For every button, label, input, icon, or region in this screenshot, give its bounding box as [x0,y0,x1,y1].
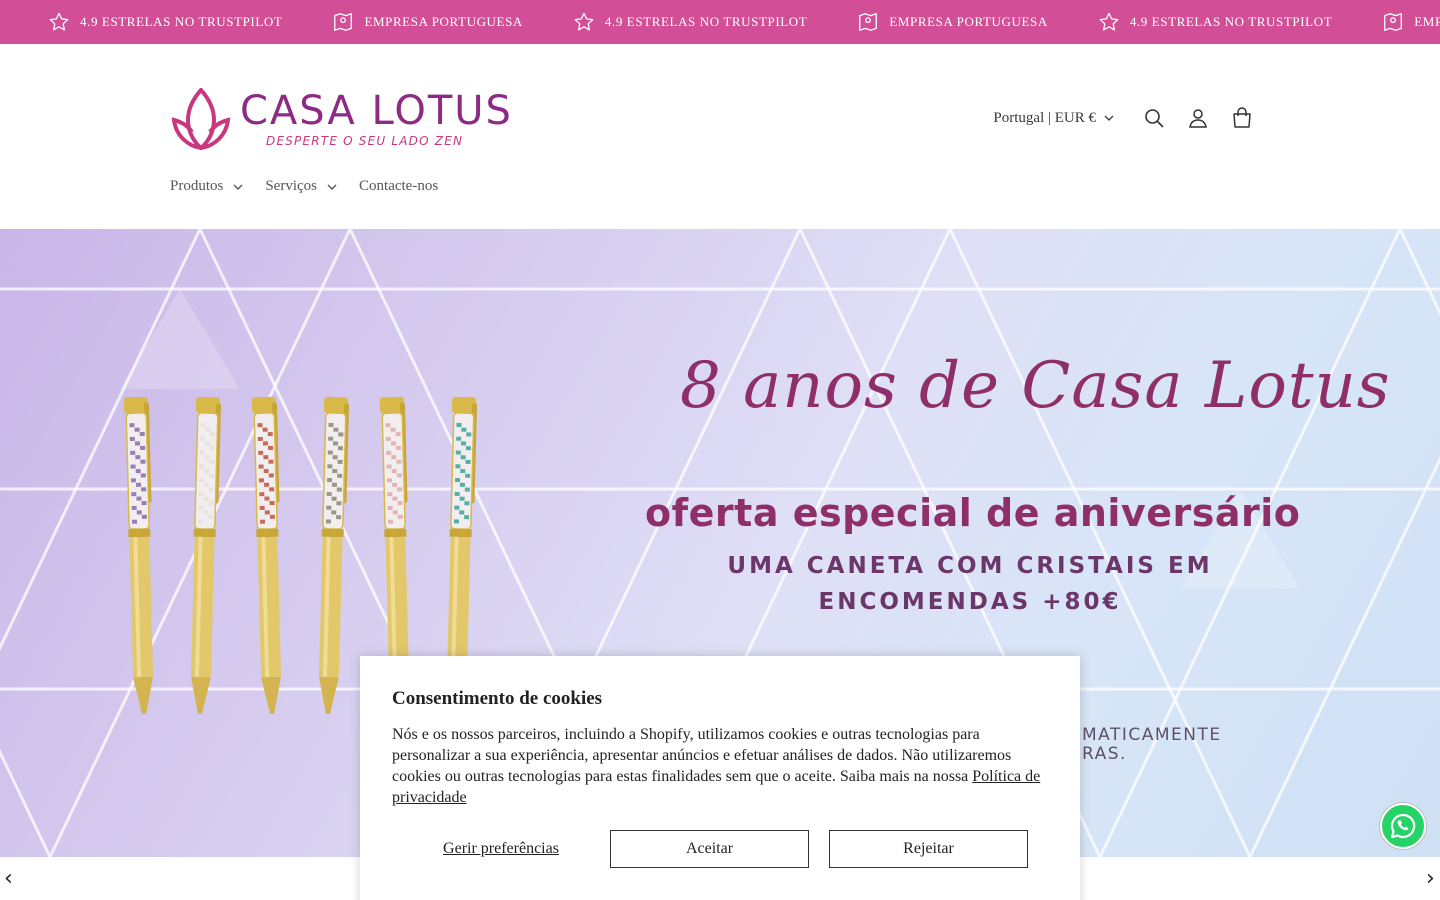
whatsapp-button[interactable] [1380,803,1426,849]
cart-icon [1233,107,1251,128]
logo-title: CASA LOTUS [240,88,513,134]
manage-preferences-button[interactable]: Gerir preferências [392,840,610,858]
announcement-text: 4.9 ESTRELAS NO TRUSTPILOT [604,14,808,29]
hero-offer-line: ENCOMENDAS +80€ [818,589,1122,615]
announcement-item: 4.9 ESTRELAS NO TRUSTPILOT [1098,11,1332,33]
chevron-down-icon [1104,115,1114,121]
main-nav: Produtos Serviços Contacte-nos [170,178,460,195]
star-icon [49,12,69,31]
search-button[interactable] [1132,96,1176,140]
nav-item-label: Produtos [170,178,224,194]
crystal-pen [318,396,350,714]
account-icon [1189,109,1207,128]
announcement-text: EMPRESA PORTUGUESA [889,14,1048,29]
crystal-pen [123,396,154,714]
search-icon [1145,109,1164,128]
nav-item-servicos[interactable]: Serviços [265,178,337,195]
crystal-pen [190,396,222,714]
announcement-track: 4.9 ESTRELAS NO TRUSTPILOT EMPRESA PORTU… [48,0,1440,44]
nav-item-produtos[interactable]: Produtos [170,178,243,195]
reject-button[interactable]: Rejeitar [829,830,1028,868]
chevron-down-icon [327,184,337,190]
site-header: CASA LOTUS DESPERTE O SEU LADO ZEN Portu… [0,44,1440,229]
nav-item-contacte-nos[interactable]: Contacte-nos [359,178,438,195]
hero-title: 8 anos de Casa Lotus [680,349,1391,423]
crystal-pen [251,396,282,714]
hero-note-line: RAS. [1082,744,1127,764]
cookie-text: Nós e os nossos parceiros, incluindo a S… [392,724,1052,808]
announcement-item: 4.9 ESTRELAS NO TRUSTPILOT [573,11,807,33]
star-icon [1099,12,1119,31]
site-logo[interactable]: CASA LOTUS DESPERTE O SEU LADO ZEN [170,88,511,150]
cookie-consent-dialog: Consentimento de cookies Nós e os nossos… [360,656,1080,900]
header-actions: Portugal | EUR € [993,100,1264,136]
announcement-item: EMPRESA PORTUGUESA [1382,11,1440,33]
locale-label: Portugal | EUR € [993,109,1096,126]
hero-subtitle: oferta especial de aniversário [645,491,1301,535]
announcement-bar: 4.9 ESTRELAS NO TRUSTPILOT EMPRESA PORTU… [0,0,1440,44]
slider-prev-button[interactable]: ‹ [4,868,13,890]
star-icon [574,12,594,31]
map-pin-icon [334,13,353,31]
accept-button[interactable]: Aceitar [610,830,809,868]
announcement-text: 4.9 ESTRELAS NO TRUSTPILOT [80,14,283,29]
cookie-body: Nós e os nossos parceiros, incluindo a S… [392,726,1012,785]
announcement-item: EMPRESA PORTUGUESA [857,11,1047,33]
cart-button[interactable] [1220,96,1264,140]
announcement-text: 4.9 ESTRELAS NO TRUSTPILOT [1129,14,1333,29]
nav-item-label: Contacte-nos [359,178,439,194]
account-button[interactable] [1176,96,1220,140]
logo-tagline: DESPERTE O SEU LADO ZEN [266,134,464,148]
cookie-actions: Gerir preferências Aceitar Rejeitar [392,830,1048,868]
map-pin-icon [859,13,878,31]
whatsapp-icon [1390,813,1416,839]
locale-selector[interactable]: Portugal | EUR € [993,110,1114,127]
slider-next-button[interactable]: › [1426,868,1435,890]
nav-item-label: Serviços [265,178,318,194]
hero-note-line: MATICAMENTE [1082,725,1222,745]
hero-offer-line: UMA CANETA COM CRISTAIS EM [727,553,1213,579]
announcement-text: EMPRESA PORTUGUESA [364,14,523,29]
map-pin-icon [1384,13,1403,31]
announcement-item: EMPRESA PORTUGUESA [332,11,522,33]
lotus-logo-icon [171,88,231,150]
chevron-down-icon [233,184,243,190]
announcement-item: 4.9 ESTRELAS NO TRUSTPILOT [48,11,282,33]
announcement-text: EMPRESA PORTUGUESA [1414,14,1440,29]
cookie-title: Consentimento de cookies [392,688,603,709]
